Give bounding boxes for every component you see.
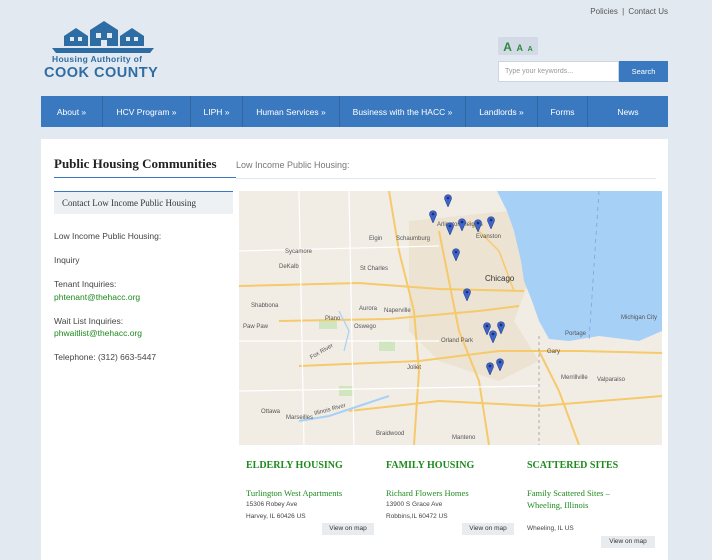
map-pin-icon[interactable] bbox=[429, 210, 437, 223]
view-on-map-button[interactable]: View on map bbox=[462, 523, 514, 535]
map-label-elgin: Elgin bbox=[369, 236, 383, 242]
listing-address-line1: 15306 Robey Ave bbox=[246, 501, 298, 508]
map-label-oswego: Oswego bbox=[354, 324, 377, 330]
map-label-portage: Portage bbox=[565, 331, 587, 337]
title-underline bbox=[54, 177, 236, 178]
locations-map[interactable]: Arlington Heights Evanston Elgin Schaumb… bbox=[239, 191, 662, 445]
page-title: Public Housing Communities bbox=[54, 156, 217, 171]
waitlist-email-link[interactable]: phwaitlist@thehacc.org bbox=[54, 328, 142, 338]
map-label-chicago: Chicago bbox=[485, 274, 515, 283]
logo-line1: Housing Authority of bbox=[52, 54, 143, 64]
contact-us-link[interactable]: Contact Us bbox=[628, 7, 668, 16]
font-large-button[interactable]: A bbox=[503, 41, 512, 53]
search-input[interactable] bbox=[498, 61, 619, 82]
map-pin-icon[interactable] bbox=[487, 216, 495, 229]
site-logo[interactable]: Housing Authority of COOK COUNTY bbox=[42, 20, 167, 82]
map-label-evanston: Evanston bbox=[476, 234, 502, 240]
sidebar-intro: Low Income Public Housing: bbox=[54, 231, 162, 241]
content-card: Public Housing Communities Low Income Pu… bbox=[41, 139, 668, 560]
map-label-aurora: Aurora bbox=[359, 306, 378, 312]
map-pin-icon[interactable] bbox=[489, 330, 497, 343]
map-pin-icon[interactable] bbox=[496, 358, 504, 371]
map-pin-icon[interactable] bbox=[486, 362, 494, 375]
sidebar-inquiry: Inquiry bbox=[54, 255, 80, 265]
map-label-valparaiso: Valparaiso bbox=[597, 377, 625, 383]
subtitle-rule bbox=[236, 178, 656, 179]
map-label-paw-paw: Paw Paw bbox=[243, 324, 269, 330]
font-size-controls: A A A bbox=[498, 37, 538, 55]
listing-family: FAMILY HOUSING Richard Flowers Homes 139… bbox=[386, 460, 516, 560]
map-pin-icon[interactable] bbox=[444, 194, 452, 207]
contact-heading: Contact Low Income Public Housing bbox=[54, 191, 233, 214]
listing-heading: SCATTERED SITES bbox=[527, 460, 619, 471]
view-on-map-button[interactable]: View on map bbox=[601, 536, 655, 548]
font-small-button[interactable]: A bbox=[528, 46, 533, 53]
listing-name-link[interactable]: Turlington West Apartments bbox=[246, 487, 342, 499]
nav-business-with-hacc[interactable]: Business with the HACC » bbox=[340, 96, 466, 127]
view-on-map-button[interactable]: View on map bbox=[322, 523, 374, 535]
search-button[interactable]: Search bbox=[619, 61, 668, 82]
map-label-schaumburg: Schaumburg bbox=[396, 236, 431, 242]
map-pin-icon[interactable] bbox=[497, 321, 505, 334]
search-bar: Search bbox=[498, 61, 668, 82]
map-pin-icon[interactable] bbox=[458, 218, 466, 231]
map-pin-icon[interactable] bbox=[446, 222, 454, 235]
map-label-dekalb: DeKalb bbox=[279, 264, 299, 270]
nav-forms[interactable]: Forms bbox=[538, 96, 588, 127]
nav-news[interactable]: News bbox=[588, 96, 668, 127]
map-label-marseilles: Marseilles bbox=[286, 415, 314, 421]
policies-link[interactable]: Policies bbox=[590, 7, 618, 16]
nav-landlords[interactable]: Landlords » bbox=[466, 96, 538, 127]
map-label-michigan-city: Michigan City bbox=[621, 315, 658, 321]
top-links-separator: | bbox=[622, 7, 625, 16]
font-medium-button[interactable]: A bbox=[517, 44, 524, 53]
map-label-manteno: Manteno bbox=[452, 435, 476, 441]
listing-elderly: ELDERLY HOUSING Turlington West Apartmen… bbox=[246, 460, 376, 560]
listing-address-line2: Robbins,IL 60472 US bbox=[386, 513, 448, 520]
listing-scattered: SCATTERED SITES Family Scattered Sites –… bbox=[527, 460, 657, 560]
map-label-shabbona: Shabbona bbox=[251, 303, 279, 309]
houses-logo-icon bbox=[52, 21, 154, 53]
map-label-braidwood: Braidwood bbox=[376, 431, 405, 437]
telephone: Telephone: (312) 663-5447 bbox=[54, 352, 157, 362]
nav-hcv-program[interactable]: HCV Program » bbox=[103, 96, 191, 127]
map-label-orland-park: Orland Park bbox=[441, 338, 474, 344]
logo-line2: COOK COUNTY bbox=[44, 65, 159, 81]
tenant-label: Tenant Inquiries: bbox=[54, 279, 117, 289]
map-pin-icon[interactable] bbox=[463, 288, 471, 301]
map-label-naperville: Naperville bbox=[384, 308, 411, 314]
map-label-sycamore: Sycamore bbox=[285, 249, 313, 255]
listing-name-link[interactable]: Richard Flowers Homes bbox=[386, 487, 469, 499]
nav-about[interactable]: About » bbox=[41, 96, 103, 127]
map-label-joliet: Joliet bbox=[407, 365, 422, 371]
map-label-gary: Gary bbox=[547, 349, 561, 355]
listing-heading: FAMILY HOUSING bbox=[386, 460, 475, 471]
sidebar: Contact Low Income Public Housing Low In… bbox=[54, 191, 233, 362]
page-subtitle: Low Income Public Housing: bbox=[236, 160, 350, 170]
map-pin-icon[interactable] bbox=[474, 219, 482, 232]
map-label-ottawa: Ottawa bbox=[261, 409, 281, 415]
map-label-st-charles: St Charles bbox=[360, 266, 389, 272]
main-nav: About » HCV Program » LIPH » Human Servi… bbox=[41, 96, 668, 127]
listing-address-line2: Harvey, IL 60426 US bbox=[246, 513, 306, 520]
map-label-plano: Plano bbox=[325, 316, 341, 322]
top-links: Policies | Contact Us bbox=[590, 7, 668, 16]
map-label-merrillville: Merrillville bbox=[561, 375, 588, 381]
map-pin-icon[interactable] bbox=[452, 248, 460, 261]
listing-address-line1: 13900 S Grace Ave bbox=[386, 501, 443, 508]
listing-name-link[interactable]: Family Scattered Sites – Wheeling, Illin… bbox=[527, 487, 637, 511]
nav-human-services[interactable]: Human Services » bbox=[243, 96, 340, 127]
listing-address-line2: Wheeling, IL US bbox=[527, 525, 574, 532]
listing-heading: ELDERLY HOUSING bbox=[246, 460, 343, 471]
nav-liph[interactable]: LIPH » bbox=[191, 96, 243, 127]
tenant-email-link[interactable]: phtenant@thehacc.org bbox=[54, 292, 140, 302]
waitlist-label: Wait List Inquiries: bbox=[54, 316, 124, 326]
